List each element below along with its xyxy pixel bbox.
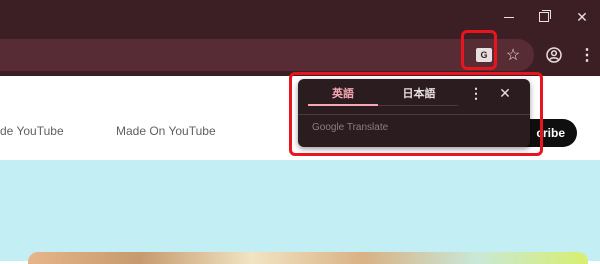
star-icon: ☆: [505, 47, 521, 64]
close-icon: ✕: [576, 8, 588, 25]
nav-link-made-on-youtube[interactable]: Made On YouTube: [116, 124, 216, 138]
hero-card-image: [28, 252, 588, 264]
address-bar[interactable]: [0, 39, 534, 71]
highlight-translate-popup: [289, 72, 543, 156]
restore-icon: [539, 10, 551, 22]
profile-button[interactable]: [541, 42, 567, 68]
nav-link-de-youtube[interactable]: de YouTube: [0, 124, 64, 138]
close-window-button[interactable]: ✕: [570, 6, 594, 28]
profile-icon: [546, 47, 562, 63]
kebab-menu-icon: ⋮: [579, 47, 595, 64]
minimize-button[interactable]: [497, 6, 521, 28]
restore-button[interactable]: [532, 6, 556, 28]
minimize-icon: [504, 16, 514, 18]
highlight-translate-icon: [461, 30, 497, 70]
bookmark-star-button[interactable]: ☆: [500, 42, 526, 68]
browser-toolbar: G ☆ ⋮: [0, 34, 600, 76]
hero-banner: [0, 160, 600, 261]
browser-menu-button[interactable]: ⋮: [574, 42, 600, 68]
